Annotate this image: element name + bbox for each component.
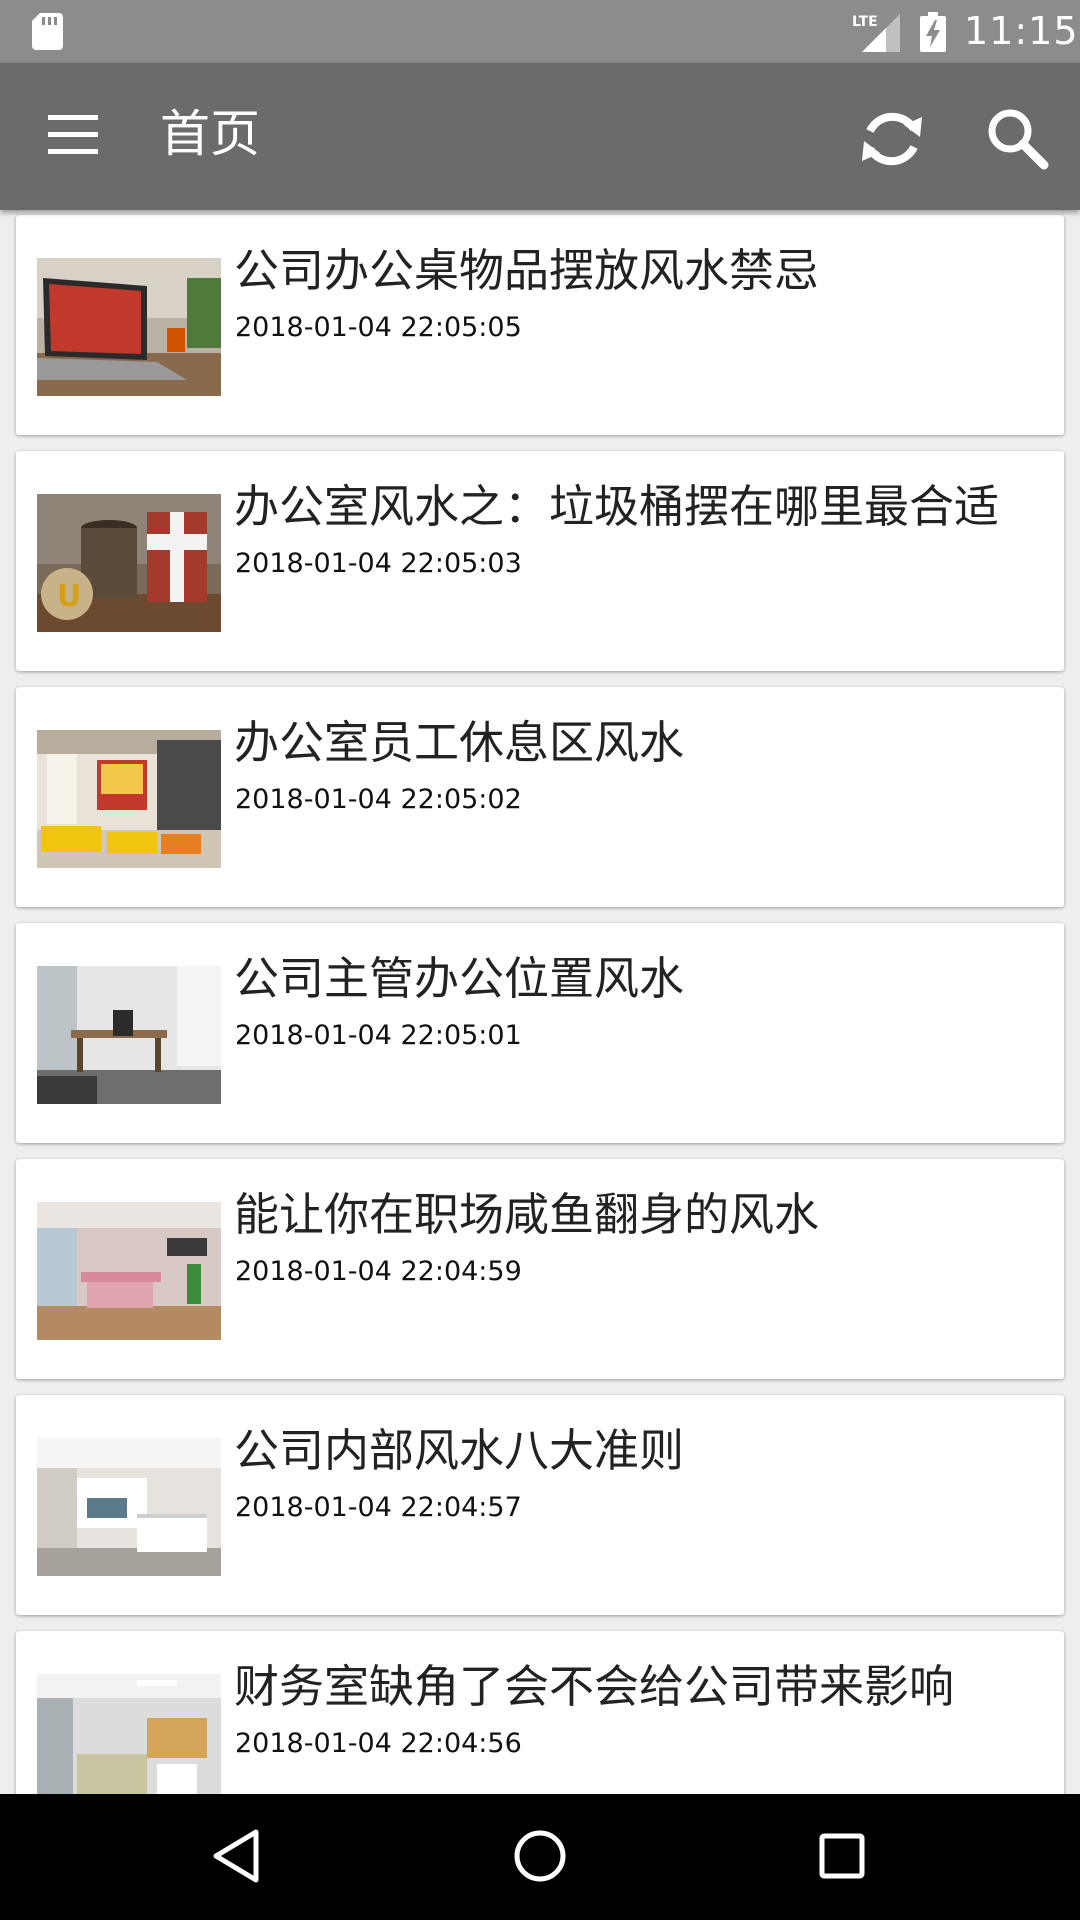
article-title[interactable]: 能让你在职场咸鱼翻身的风水 xyxy=(234,1185,819,1245)
article-title[interactable]: 财务室缺角了会不会给公司带来影响 xyxy=(234,1657,954,1717)
trash-bins-photo: U xyxy=(37,494,221,632)
open-office-photo xyxy=(37,1202,221,1340)
article-time: 2018-01-04 22:05:05 xyxy=(235,312,522,343)
list-item[interactable]: 办公室员工休息区风水 2018-01-04 22:05:02 xyxy=(16,687,1064,907)
navigation-bar xyxy=(0,1794,1080,1920)
home-icon[interactable] xyxy=(508,1824,572,1888)
list-item[interactable]: 公司内部风水八大准则 2018-01-04 22:04:57 xyxy=(16,1395,1064,1615)
reception-area-photo xyxy=(37,1438,221,1576)
list-item[interactable]: 能让你在职场咸鱼翻身的风水 2018-01-04 22:04:59 xyxy=(16,1159,1064,1379)
refresh-icon[interactable] xyxy=(856,103,928,175)
back-icon[interactable] xyxy=(206,1824,270,1888)
app-bar: 首页 xyxy=(0,63,1080,210)
search-icon[interactable] xyxy=(982,103,1054,175)
signal-icon: LTE xyxy=(852,14,900,52)
article-time: 2018-01-04 22:04:57 xyxy=(235,1492,522,1523)
article-time: 2018-01-04 22:05:02 xyxy=(235,784,522,815)
article-title[interactable]: 公司主管办公位置风水 xyxy=(234,949,684,1009)
status-bar: LTE 11:15 xyxy=(0,0,1080,63)
list-item[interactable]: 公司办公桌物品摆放风水禁忌 2018-01-04 22:05:05 xyxy=(16,215,1064,435)
laptop-desk-photo xyxy=(37,258,221,396)
manager-office-photo xyxy=(37,966,221,1104)
lounge-area-photo xyxy=(37,730,221,868)
article-time: 2018-01-04 22:05:01 xyxy=(235,1020,522,1051)
article-title[interactable]: 公司办公桌物品摆放风水禁忌 xyxy=(234,241,819,301)
article-title[interactable]: 办公室风水之：垃圾桶摆在哪里最合适 xyxy=(234,477,999,537)
sd-card-icon xyxy=(32,13,63,50)
svg-text:U: U xyxy=(57,579,81,614)
list-item[interactable]: 公司主管办公位置风水 2018-01-04 22:05:01 xyxy=(16,923,1064,1143)
article-title[interactable]: 公司内部风水八大准则 xyxy=(234,1421,684,1481)
article-time: 2018-01-04 22:04:56 xyxy=(235,1728,522,1759)
network-label: LTE xyxy=(852,14,878,30)
page-title: 首页 xyxy=(160,105,260,163)
menu-icon[interactable] xyxy=(48,115,98,155)
article-time: 2018-01-04 22:05:03 xyxy=(235,548,522,579)
list-item[interactable]: U 办公室风水之：垃圾桶摆在哪里最合适 2018-01-04 22:05:03 xyxy=(16,451,1064,671)
article-title[interactable]: 办公室员工休息区风水 xyxy=(234,713,684,773)
finance-room-photo xyxy=(37,1674,221,1794)
article-list[interactable]: 公司办公桌物品摆放风水禁忌 2018-01-04 22:05:05 U 办公室风… xyxy=(0,210,1080,1794)
status-time: 11:15 xyxy=(964,9,1079,53)
battery-charging-icon xyxy=(920,12,946,52)
article-time: 2018-01-04 22:04:59 xyxy=(235,1256,522,1287)
recent-apps-icon[interactable] xyxy=(810,1824,874,1888)
list-item[interactable]: 财务室缺角了会不会给公司带来影响 2018-01-04 22:04:56 xyxy=(16,1631,1064,1794)
